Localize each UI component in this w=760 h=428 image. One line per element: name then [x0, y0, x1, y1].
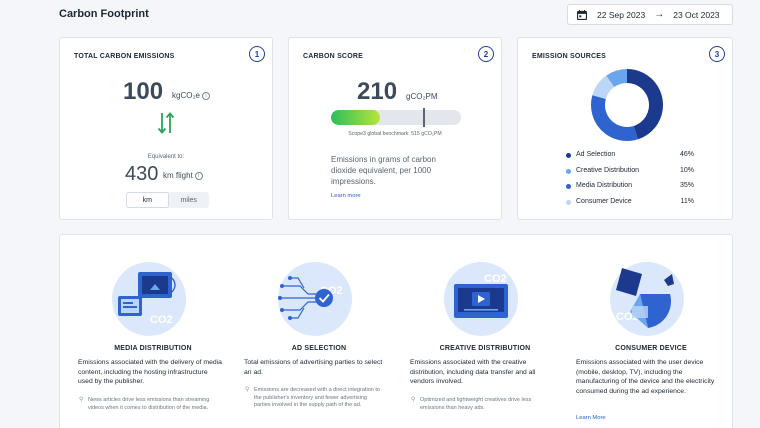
date-from: 22 Sep 2023 — [597, 9, 646, 20]
arrow-right-icon: → — [654, 9, 665, 20]
benchmark-text: Scope3 global benchmark: 515 gCO₂PM — [348, 131, 442, 137]
legend-pct: 35% — [679, 182, 694, 189]
legend-dot — [566, 153, 571, 158]
emission-sources-card: EMISSION SOURCES 3 Ad Selection 46% Creat… — [517, 37, 733, 220]
legend-item: Media Distribution 35% — [562, 180, 694, 196]
category-tip: ⚲ News articles drive less emissions than… — [78, 397, 218, 412]
category-title: AD SELECTION — [291, 345, 347, 352]
calendar-icon — [577, 9, 587, 20]
equivalent-label: Equivalent to: — [147, 154, 185, 160]
score-description: Emissions in grams of carbon dioxide equ… — [331, 155, 436, 186]
category-title: CONSUMER DEVICE — [615, 345, 687, 352]
card-title: EMISSION SOURCES — [532, 53, 606, 60]
category-description: Emissions associated with the creative d… — [410, 359, 536, 386]
media-distribution-illustration: CO2 — [112, 262, 186, 336]
emission-categories-panel: CO2 MEDIA DISTRIBUTION Emissions associa… — [59, 234, 733, 428]
legend-dot — [566, 199, 571, 205]
legend-pct: 46% — [679, 151, 694, 158]
legend-item: Consumer Device 11% — [562, 196, 694, 212]
legend-label: Creative Distribution — [576, 166, 640, 174]
category-title: CREATIVE DISTRIBUTION — [439, 345, 531, 352]
total-emissions-unit-wrap: kgCO₂e i — [172, 91, 211, 100]
carbon-score-value: 210 — [357, 78, 398, 105]
legend-dot — [566, 168, 571, 174]
legend-label: Consumer Device — [576, 197, 632, 205]
category-tip-text: News articles drive less emissions than … — [88, 397, 210, 411]
total-emissions-unit: kgCO₂e — [172, 91, 201, 100]
toggle-km[interactable]: km — [126, 192, 169, 208]
total-emissions-card: TOTAL CARBON EMISSIONS 1 100 kgCO₂e i Equ… — [59, 37, 273, 220]
carbon-score-card: CARBON SCORE 2 210 gCO₂PM Scope3 global … — [288, 37, 502, 220]
consumer-device-illustration: CO2 — [610, 262, 684, 336]
toggle-miles[interactable]: miles — [169, 192, 210, 208]
donut-slice[interactable] — [591, 95, 638, 141]
category-description: Emissions associated with the user devic… — [576, 359, 715, 395]
legend-item: Creative Distribution 10% — [562, 165, 694, 181]
benchmark-marker — [423, 108, 425, 127]
co2-watermark: CO2 — [484, 273, 507, 285]
info-icon[interactable]: i — [202, 91, 211, 100]
legend-label: Media Distribution — [576, 182, 633, 189]
emission-sources-donut — [591, 69, 663, 141]
emission-sources-legend: Ad Selection 46% Creative Distribution 10%… — [562, 149, 694, 211]
learn-more-link[interactable]: Learn More — [576, 415, 606, 421]
category-tip: ⚲ Optimized and lightweight creatives dri… — [410, 397, 550, 412]
page-title: Carbon Footprint — [59, 8, 149, 20]
category-tip: ⚲ Emissions are decreased with a direct i… — [244, 387, 384, 410]
step-badge: 3 — [709, 46, 725, 62]
category-description: Emissions associated with the delivery o… — [78, 359, 222, 386]
location-pin-icon: ⚲ — [411, 397, 416, 403]
legend-pct: 11% — [680, 197, 695, 205]
total-emissions-value: 100 — [123, 78, 164, 105]
category-tip-text: Optimized and lightweight creatives driv… — [420, 397, 532, 411]
score-bar-fill — [331, 110, 381, 125]
category-description: Total emissions of advertising parties t… — [244, 359, 383, 376]
ad-selection-illustration: CO2 — [278, 262, 352, 336]
distance-unit-toggle: km miles — [126, 192, 209, 208]
date-to: 23 Oct 2023 — [673, 9, 720, 20]
legend-dot — [566, 184, 571, 189]
creative-distribution-illustration: CO2 — [444, 262, 518, 336]
learn-more-link[interactable]: Learn more — [331, 193, 361, 199]
category-tip-text: Emissions are decreased with a direct in… — [254, 387, 380, 409]
equivalent-unit-wrap: km flight i — [163, 171, 203, 180]
legend-label: Ad Selection — [576, 151, 616, 158]
step-badge: 2 — [478, 46, 494, 62]
location-pin-icon: ⚲ — [245, 387, 250, 393]
co2-watermark: CO2 — [150, 314, 173, 326]
card-title: TOTAL CARBON EMISSIONS — [74, 53, 175, 60]
legend-pct: 10% — [679, 166, 694, 174]
equivalent-value: 430 — [125, 163, 159, 185]
equivalent-unit: km flight — [163, 171, 193, 180]
swap-arrows-icon — [157, 112, 175, 134]
step-badge: 1 — [249, 46, 265, 62]
info-icon[interactable]: i — [194, 171, 203, 180]
score-bar-track — [331, 110, 461, 125]
carbon-score-unit: gCO₂PM — [406, 92, 438, 101]
category-title: MEDIA DISTRIBUTION — [114, 345, 192, 352]
location-pin-icon: ⚲ — [79, 397, 84, 403]
card-title: CARBON SCORE — [303, 53, 363, 60]
date-range-picker[interactable]: 22 Sep 2023 → 23 Oct 2023 — [567, 4, 733, 25]
legend-item: Ad Selection 46% — [562, 149, 694, 165]
